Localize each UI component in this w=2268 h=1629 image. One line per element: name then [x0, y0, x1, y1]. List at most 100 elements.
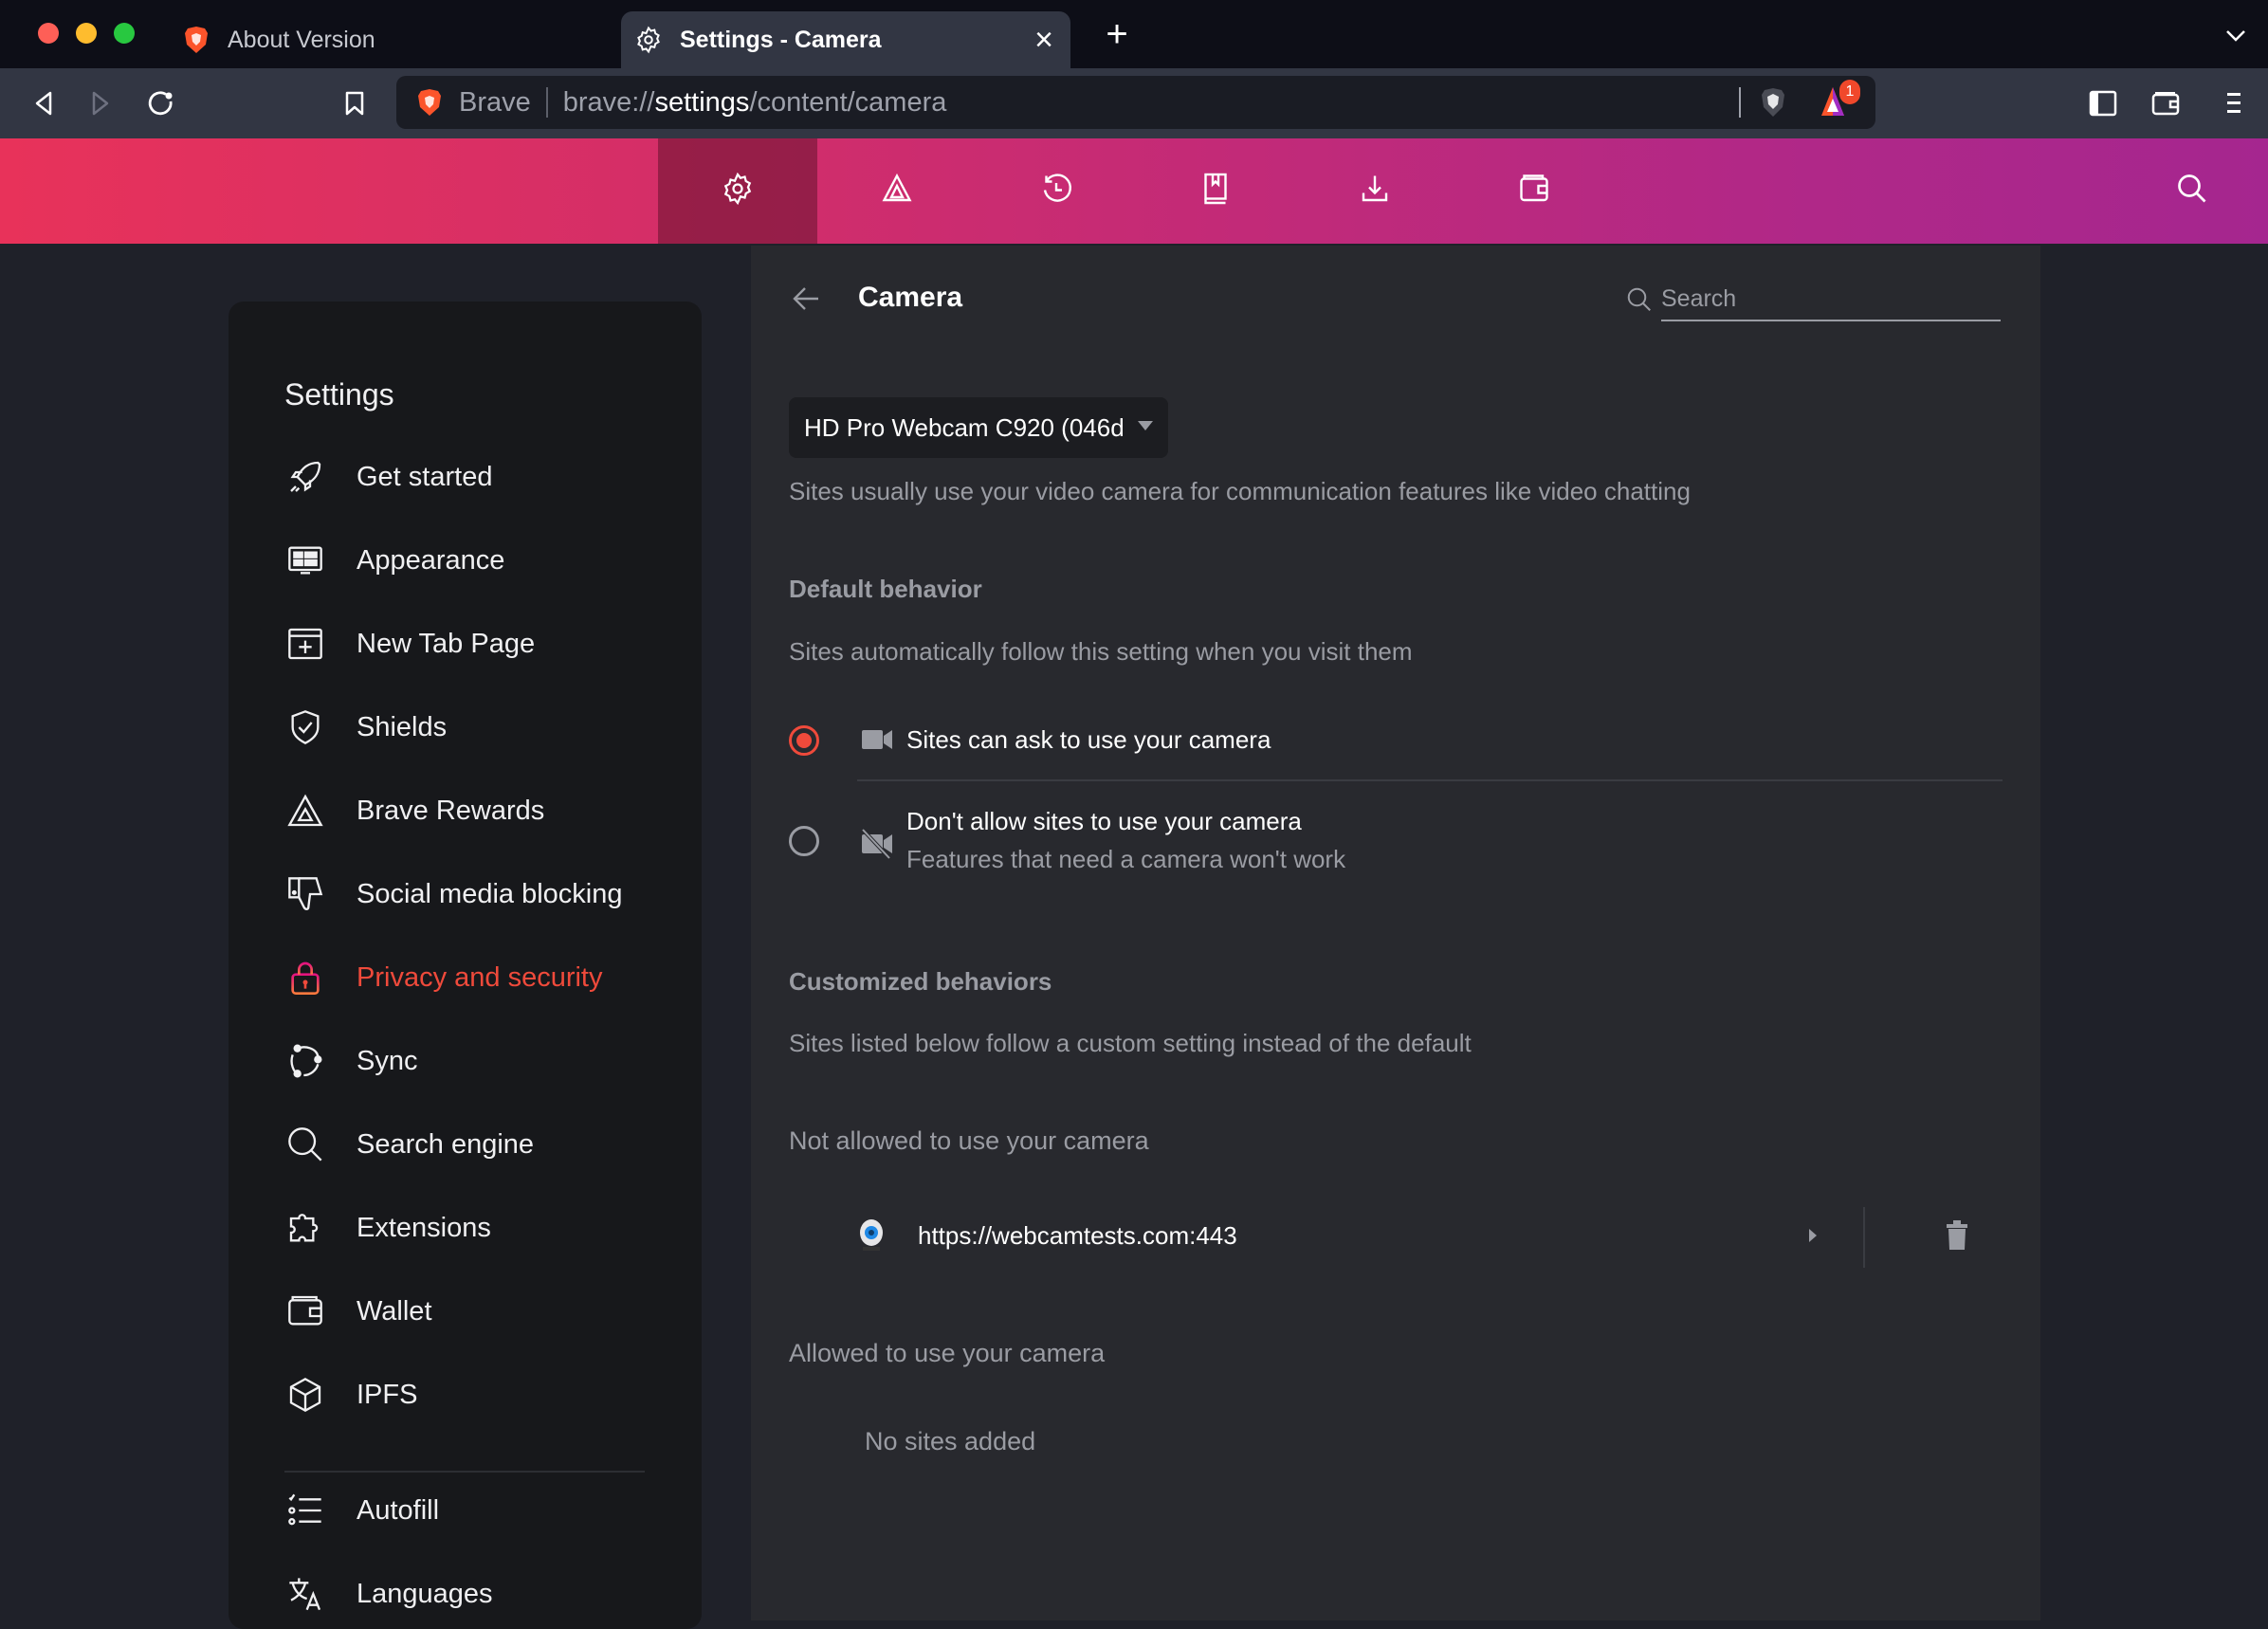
back-button[interactable]	[785, 280, 827, 321]
wallet-icon	[284, 1290, 326, 1332]
forward-icon[interactable]	[82, 84, 119, 122]
search-icon	[1625, 285, 1654, 319]
nav-search-button[interactable]	[2135, 138, 2249, 244]
camera-off-icon	[861, 828, 893, 865]
address-bar[interactable]: Brave brave://settings/content/camera 1	[396, 76, 1875, 129]
camera-select[interactable]: HD Pro Webcam C920 (046d	[789, 397, 1168, 458]
shield-icon	[284, 706, 326, 748]
thumbs-down-icon	[284, 873, 326, 915]
brave-lion-icon	[184, 26, 209, 54]
tab-label: About Version	[228, 26, 375, 53]
site-url: https://webcamtests.com:443	[918, 1221, 1237, 1250]
sidebar-item-appearance[interactable]: Appearance	[284, 532, 683, 589]
rewards-icon[interactable]: 1	[1815, 80, 1862, 125]
sidebar-item-privacy-and-security[interactable]: Privacy and security	[284, 949, 683, 1006]
sync-icon	[284, 1040, 326, 1082]
delete-site-button[interactable]	[1936, 1217, 1978, 1258]
sidebar-item-label: Extensions	[357, 1212, 491, 1243]
tab-about-version[interactable]: About Version	[171, 11, 607, 68]
customized-heading: Customized behaviors	[789, 967, 1052, 996]
nav-rewards-button[interactable]	[817, 138, 977, 244]
option-block[interactable]: Don't allow sites to use your camera Fea…	[789, 796, 2021, 900]
nav-downloads-button[interactable]	[1295, 138, 1454, 244]
site-row[interactable]: https://webcamtests.com:443	[846, 1199, 2003, 1275]
chevron-down-icon[interactable]	[2219, 19, 2253, 53]
bookmarks-icon	[1198, 172, 1233, 210]
nav-bookmarks-button[interactable]	[1136, 138, 1295, 244]
page-title: Camera	[858, 282, 963, 313]
expand-site-button[interactable]	[1794, 1218, 1832, 1256]
menu-icon[interactable]	[2215, 84, 2253, 122]
sidebar-item-brave-rewards[interactable]: Brave Rewards	[284, 782, 683, 839]
option-ask[interactable]: Sites can ask to use your camera	[789, 705, 2021, 775]
rewards-icon	[880, 172, 914, 210]
wallet-icon[interactable]	[2147, 84, 2185, 122]
sidebar-item-get-started[interactable]: Get started	[284, 448, 683, 505]
option-label: Sites can ask to use your camera	[906, 725, 1271, 754]
sidebar-item-sync[interactable]: Sync	[284, 1033, 683, 1089]
sidebar-item-search-engine[interactable]: Search engine	[284, 1116, 683, 1173]
sidebar-item-label: Get started	[357, 461, 493, 492]
sidebar-item-label: Brave Rewards	[357, 795, 545, 826]
sidebar-item-label: Social media blocking	[357, 878, 623, 909]
sidebar-icon[interactable]	[2084, 84, 2122, 122]
window-minimize-button[interactable]	[76, 23, 97, 44]
radio-selected[interactable]	[789, 725, 819, 756]
tab-close-button[interactable]: ×	[1034, 22, 1053, 59]
sidebar-item-label: Autofill	[357, 1494, 440, 1526]
radio-unselected[interactable]	[789, 826, 819, 856]
sidebar-item-social-media-blocking[interactable]: Social media blocking	[284, 866, 683, 923]
tab-settings-camera[interactable]: Settings - Camera ×	[621, 11, 1070, 68]
browser-toolbar: Brave brave://settings/content/camera 1	[0, 68, 2268, 138]
lock-icon	[284, 957, 326, 998]
window-maximize-button[interactable]	[114, 23, 135, 44]
sidebar-item-extensions[interactable]: Extensions	[284, 1199, 683, 1256]
new-tab-button[interactable]: +	[1098, 13, 1136, 55]
no-sites-text: No sites added	[865, 1427, 1036, 1455]
sidebar-item-languages[interactable]: Languages	[284, 1565, 683, 1622]
nav-history-button[interactable]	[977, 138, 1136, 244]
sidebar-item-new-tab-page[interactable]: New Tab Page	[284, 615, 683, 672]
address-divider	[545, 87, 548, 118]
brave-shields-icon[interactable]	[1754, 83, 1792, 121]
sidebar-item-label: Shields	[357, 711, 448, 742]
option-divider	[857, 779, 2003, 781]
blocked-heading: Not allowed to use your camera	[789, 1126, 1149, 1155]
sidebar-title: Settings	[284, 377, 394, 412]
row-divider	[1863, 1207, 1865, 1268]
sidebar-item-ipfs[interactable]: IPFS	[284, 1366, 683, 1423]
sidebar-item-label: Sync	[357, 1045, 418, 1076]
sidebar-item-label: Languages	[357, 1578, 493, 1609]
back-icon[interactable]	[25, 84, 63, 122]
allowed-heading: Allowed to use your camera	[789, 1339, 1106, 1367]
nav-wallet-button[interactable]	[1454, 138, 1614, 244]
history-icon	[1039, 172, 1073, 210]
tab-label: Settings - Camera	[680, 26, 882, 53]
gear-icon	[634, 26, 663, 54]
sidebar-item-wallet[interactable]: Wallet	[284, 1283, 683, 1340]
sidebar-item-autofill[interactable]: Autofill	[284, 1482, 683, 1539]
address-divider	[1739, 87, 1741, 118]
reload-icon[interactable]	[142, 84, 180, 122]
sidebar-item-shields[interactable]: Shields	[284, 699, 683, 756]
search-field[interactable]: Search	[1627, 280, 2001, 321]
sidebar-item-label: Privacy and security	[357, 961, 603, 993]
search-icon	[284, 1124, 326, 1165]
cube-icon	[284, 1374, 326, 1416]
trash-icon	[1946, 1219, 1968, 1255]
dropdown-arrow-icon	[1137, 419, 1154, 436]
nav-settings-button[interactable]	[658, 138, 817, 244]
sidebar-item-label: Appearance	[357, 544, 505, 576]
window-close-button[interactable]	[38, 23, 59, 44]
camera-icon	[861, 727, 893, 757]
puzzle-icon	[284, 1207, 326, 1249]
rewards-badge: 1	[1839, 80, 1860, 104]
gear-icon	[721, 172, 755, 210]
arrow-left-icon	[792, 286, 820, 316]
webcam-favicon-icon	[857, 1218, 886, 1257]
search-placeholder: Search	[1661, 285, 1737, 312]
settings-nav-bar	[0, 138, 2268, 244]
bookmark-icon[interactable]	[336, 84, 374, 122]
option-label: Don't allow sites to use your camera	[906, 807, 1302, 835]
translate-icon	[284, 1573, 326, 1615]
